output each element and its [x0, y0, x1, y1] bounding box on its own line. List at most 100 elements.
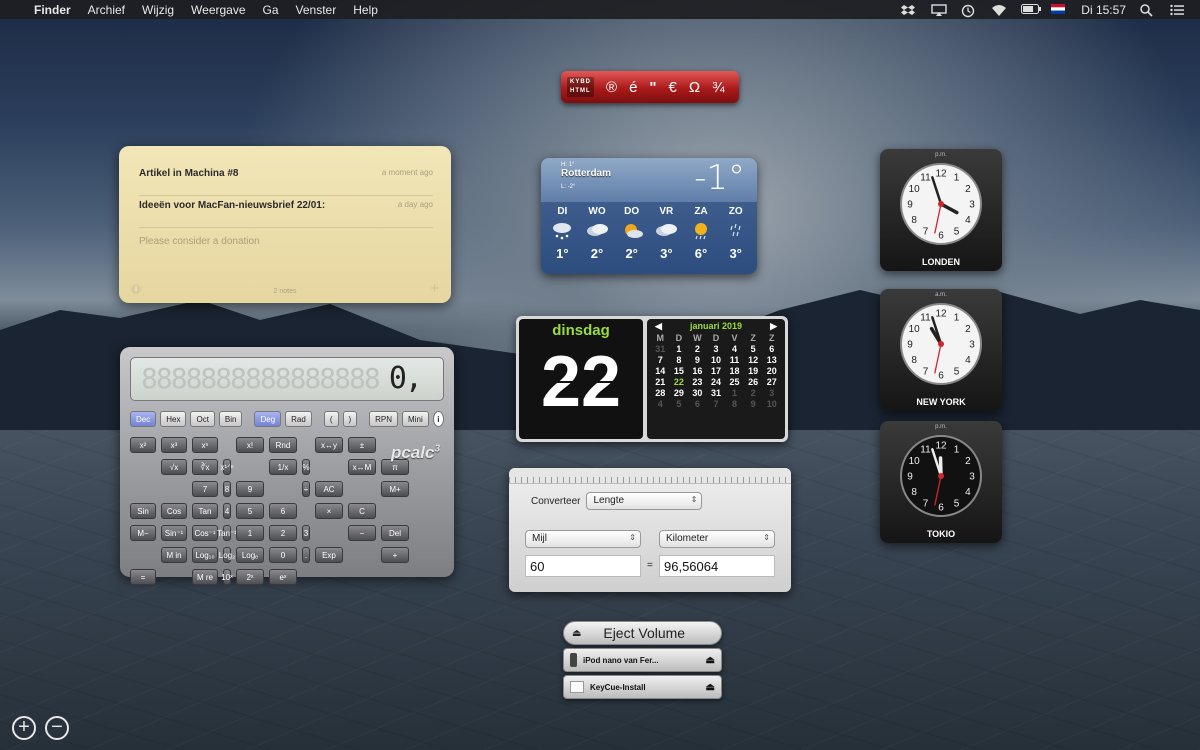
calendar-day[interactable]: 31 [707, 388, 726, 398]
mode-bin-button[interactable]: Bin [218, 411, 243, 427]
calc-key[interactable]: % [302, 459, 310, 475]
calc-key[interactable]: 2 [269, 525, 297, 541]
calendar-day[interactable]: 3 [762, 388, 781, 398]
calendar-day[interactable]: 1 [670, 344, 689, 354]
calc-key[interactable]: x↔y [315, 437, 343, 453]
calendar-day[interactable]: 10 [762, 399, 781, 409]
calc-key[interactable]: + [381, 547, 409, 563]
calc-key[interactable]: xⁿ [192, 437, 218, 453]
calendar-day[interactable]: 5 [670, 399, 689, 409]
calendar-day[interactable]: 27 [762, 377, 781, 387]
dropbox-icon[interactable] [901, 4, 917, 16]
calendar-day[interactable]: 12 [744, 355, 763, 365]
prev-month-icon[interactable]: ◀ [655, 321, 662, 333]
add-widget-button[interactable]: + [12, 716, 36, 740]
menu-help[interactable]: Help [353, 3, 378, 17]
calc-key[interactable]: M− [130, 525, 156, 541]
calc-key[interactable]: 9 [236, 481, 264, 497]
calc-key[interactable]: Cos [161, 503, 187, 519]
close-paren-button[interactable]: ) [342, 411, 358, 427]
calc-key[interactable]: × [315, 503, 343, 519]
calendar-day[interactable]: 2 [688, 344, 707, 354]
airplay-icon[interactable] [931, 3, 947, 16]
flag-nl-icon[interactable] [1051, 3, 1067, 16]
menu-archief[interactable]: Archief [88, 3, 125, 17]
char-key[interactable]: é [629, 79, 637, 96]
calc-key[interactable]: eˣ [269, 569, 297, 585]
calc-key[interactable]: 10ˣ [221, 569, 233, 585]
calendar-day[interactable]: 25 [725, 377, 744, 387]
calc-key[interactable]: x↔M [348, 459, 376, 475]
calc-key[interactable]: Sin⁻¹ [161, 525, 187, 541]
char-key[interactable]: Ω [689, 79, 700, 96]
calendar-day[interactable]: 22 [670, 377, 689, 387]
remove-widget-button[interactable]: − [45, 716, 69, 740]
calendar-day[interactable]: 5 [744, 344, 763, 354]
calc-key[interactable]: x! [236, 437, 264, 453]
calc-key[interactable]: Rnd [269, 437, 297, 453]
calendar-day[interactable]: 8 [725, 399, 744, 409]
mode-hex-button[interactable]: Hex [160, 411, 187, 427]
world-clock-london[interactable]: p.m. 1 2 3 4 5 6 7 8 9 10 11 12 LONDEN [880, 149, 1002, 271]
calc-key[interactable]: x¹ᐟⁿ [221, 459, 233, 475]
calc-key[interactable]: √x [161, 459, 187, 475]
calc-key[interactable]: Del [381, 525, 409, 541]
calendar-day[interactable]: 30 [688, 388, 707, 398]
calendar-day[interactable]: 13 [762, 355, 781, 365]
mode-oct-button[interactable]: Oct [190, 411, 215, 427]
calendar-day[interactable]: 21 [651, 377, 670, 387]
char-key[interactable]: " [649, 79, 656, 96]
calendar-day[interactable]: 3 [707, 344, 726, 354]
calendar-day[interactable]: 4 [651, 399, 670, 409]
calendar-day[interactable]: 9 [744, 399, 763, 409]
calc-key[interactable]: . [302, 547, 310, 563]
calc-key[interactable]: Log₂ [219, 547, 235, 563]
char-key[interactable]: ¾ [712, 79, 725, 96]
mode-rad-button[interactable]: Rad [285, 411, 312, 427]
calendar-day[interactable]: 8 [670, 355, 689, 365]
calc-key[interactable]: Tan [192, 503, 218, 519]
calc-key[interactable]: 0 [269, 547, 297, 563]
note-item[interactable]: Artikel in Machina #8 a moment ago [139, 164, 433, 196]
calc-key[interactable]: M re [192, 569, 218, 585]
calc-key[interactable]: 7 [192, 481, 218, 497]
kybd-html-toggle[interactable]: KYBD HTML [567, 77, 595, 97]
calendar-day[interactable]: 10 [707, 355, 726, 365]
eject-icon[interactable]: ⏏ [706, 682, 715, 693]
calendar-day[interactable]: 24 [707, 377, 726, 387]
calendar-day[interactable]: 15 [670, 366, 689, 376]
calc-key[interactable]: Log₁₀ [192, 547, 218, 563]
calendar-day[interactable]: 19 [744, 366, 763, 376]
char-key[interactable]: ® [606, 79, 617, 96]
eject-icon[interactable]: ⏏ [706, 655, 715, 666]
calendar-day[interactable]: 17 [707, 366, 726, 376]
calc-key[interactable]: = [130, 569, 156, 585]
calendar-day[interactable]: 31 [651, 344, 670, 354]
battery-icon[interactable] [1021, 3, 1042, 16]
mini-button[interactable]: Mini [402, 411, 429, 427]
calc-key[interactable]: Tan⁻¹ [217, 525, 237, 541]
calendar-day[interactable]: 4 [725, 344, 744, 354]
calc-key[interactable]: ÷ [302, 481, 310, 497]
calendar-day[interactable]: 26 [744, 377, 763, 387]
calc-key[interactable]: AC [315, 481, 343, 497]
calendar-day[interactable]: 11 [725, 355, 744, 365]
eject-volume-button[interactable]: ⏏ Eject Volume [563, 621, 722, 645]
calendar-day[interactable]: 6 [688, 399, 707, 409]
note-item[interactable]: Ideeën voor MacFan-nieuwsbrief 22/01: a … [139, 196, 433, 228]
menu-clock[interactable]: Di 15:57 [1081, 3, 1126, 17]
calendar-day[interactable]: 7 [707, 399, 726, 409]
from-value-input[interactable]: 60 [525, 555, 641, 577]
calendar-day[interactable]: 29 [670, 388, 689, 398]
calendar-day[interactable]: 14 [651, 366, 670, 376]
calc-key[interactable]: 6 [269, 503, 297, 519]
calendar-day[interactable]: 2 [744, 388, 763, 398]
calendar-day[interactable]: 9 [688, 355, 707, 365]
calc-key[interactable]: x² [130, 437, 156, 453]
calendar-day[interactable]: 18 [725, 366, 744, 376]
calendar-day[interactable]: 23 [688, 377, 707, 387]
world-clock-tokyo[interactable]: p.m. 1 2 3 4 5 6 7 8 9 10 11 12 TOKIO [880, 421, 1002, 543]
calc-key[interactable]: Logₑ [236, 547, 264, 563]
calc-key[interactable]: 2ˣ [236, 569, 264, 585]
calc-key[interactable]: 3 [302, 525, 310, 541]
